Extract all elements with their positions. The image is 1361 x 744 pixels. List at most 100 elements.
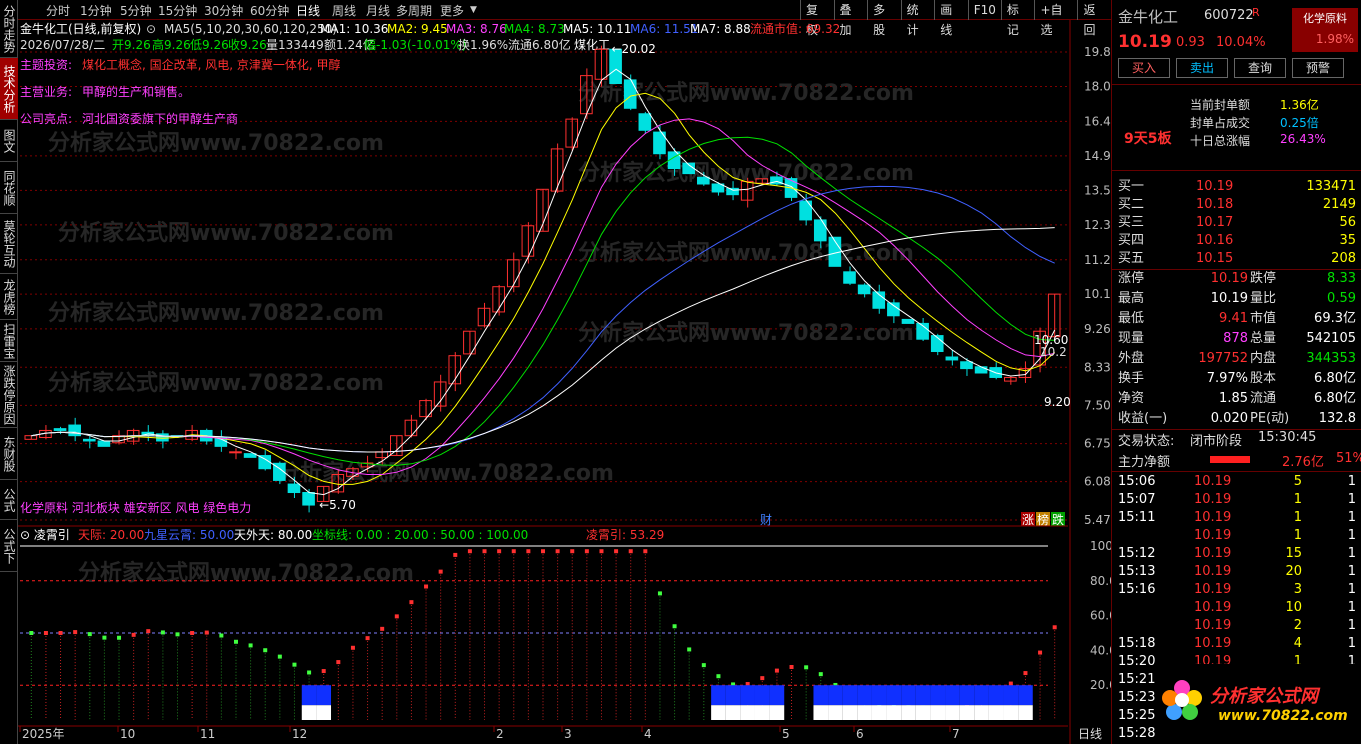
- main-flow-value: 2.76亿: [1282, 455, 1324, 470]
- toolbar: 复权 叠加 多股 统计 画线 F10 标记 +自选 返回: [800, 0, 1111, 37]
- quote-panel: 金牛化工 600722 R 化学原料 1.98% 10.19 0.93 10.0…: [1111, 0, 1361, 744]
- main-flow-pct: 51%: [1336, 451, 1361, 466]
- ind-point: [716, 674, 721, 679]
- ind-block: [1003, 685, 1019, 706]
- period-4[interactable]: 30分钟: [204, 2, 243, 19]
- ind-point: [818, 672, 823, 677]
- ma6-value: MA6: 11.51: [630, 22, 698, 36]
- ind-lingxiao: 凌霄引: 53.29: [586, 528, 664, 542]
- ma4-value: MA4: 8.73: [504, 22, 565, 36]
- side-tab-0[interactable]: 分时走势: [0, 0, 18, 58]
- ind-axis-tick: 60.00: [1090, 609, 1111, 623]
- stat-label: 现量: [1118, 331, 1145, 346]
- stat-label: 涨停: [1118, 271, 1145, 286]
- ind-point: [409, 600, 414, 605]
- ind-block: [725, 685, 741, 706]
- stat-label: 市值: [1250, 311, 1277, 326]
- date-axis-label: 日线: [1078, 727, 1102, 741]
- period-5[interactable]: 60分钟: [250, 2, 289, 19]
- side-tab-10[interactable]: 公式下载: [0, 520, 18, 572]
- period-3[interactable]: 15分钟: [158, 2, 197, 19]
- period-6[interactable]: 日线: [296, 2, 320, 19]
- ob-vol: 208: [1331, 251, 1356, 266]
- ind-zuobiao: 坐标线: 0.00 : 20.00 : 50.00 : 100.00: [312, 528, 528, 542]
- toolbar-btn-0[interactable]: 复权: [800, 0, 834, 37]
- period-8[interactable]: 月线: [366, 2, 390, 19]
- alert-button[interactable]: 预警: [1292, 58, 1344, 78]
- ma2-value: MA2: 9.45: [387, 22, 448, 36]
- side-tab-5[interactable]: 龙虎榜: [0, 274, 18, 320]
- tick-count: 1: [1347, 492, 1356, 507]
- period-2[interactable]: 5分钟: [120, 2, 152, 19]
- ind-block: [740, 685, 755, 706]
- query-button[interactable]: 查询: [1234, 58, 1286, 78]
- ind-block: [828, 685, 843, 706]
- ind-block-white: [886, 705, 902, 720]
- kline-chart[interactable]: 19.85 18.05 16.40 14.91 13.56 12.33 11.20 10.19…: [18, 20, 1111, 744]
- info-vol: 量133449: [266, 38, 324, 52]
- logo: 分析家公式网 www.70822.com: [1156, 664, 1356, 738]
- price-tick: 6.75: [1084, 437, 1111, 451]
- info-chg: 幅-1.03(-10.01%): [364, 37, 467, 52]
- ind-block: [915, 685, 931, 706]
- toolbar-btn-8[interactable]: 返回: [1077, 0, 1111, 37]
- watermark-text: 分析家公式网www.70822.com: [578, 240, 914, 266]
- toolbar-btn-4[interactable]: 画线: [934, 0, 968, 37]
- side-tab-7[interactable]: 涨跌停原因: [0, 362, 18, 428]
- tick-time: 15:11: [1118, 510, 1156, 525]
- period-0[interactable]: 分时: [46, 2, 70, 19]
- period-1[interactable]: 1分钟: [80, 2, 112, 19]
- ob-price: 10.17: [1196, 215, 1234, 230]
- ind-block-white: [301, 705, 317, 720]
- date-tick: 12: [292, 727, 307, 741]
- period-7[interactable]: 周线: [332, 2, 356, 19]
- sector-tags: 化学原料 河北板块 雄安新区 风电 绿色电力: [20, 500, 251, 515]
- tick-vol: 10: [1285, 600, 1302, 615]
- ind-block: [959, 685, 975, 706]
- side-tab-1[interactable]: 技术分析: [0, 58, 18, 120]
- period-10[interactable]: 更多: [440, 2, 464, 19]
- buy-button[interactable]: 买入: [1118, 58, 1170, 78]
- ind-block-white: [1003, 705, 1019, 720]
- toolbar-btn-3[interactable]: 统计: [900, 0, 935, 37]
- side-tab-6[interactable]: 扫雷宝: [0, 320, 18, 362]
- toolbar-btn-7[interactable]: +自选: [1034, 0, 1077, 37]
- more-chevron-icon[interactable]: ▼: [470, 5, 477, 15]
- event-die: 跌: [1052, 512, 1064, 527]
- side-tab-2[interactable]: 图文F10: [0, 120, 18, 162]
- right-mark-2: 10.2: [1040, 345, 1067, 359]
- ind-point: [482, 549, 487, 554]
- tick-time: 15:21: [1118, 672, 1156, 687]
- tick-vol: 20: [1285, 564, 1302, 579]
- ind-point: [365, 636, 370, 641]
- ind-point: [1023, 671, 1028, 676]
- sector-box[interactable]: 化学原料 1.98%: [1292, 8, 1358, 52]
- sell-button[interactable]: 卖出: [1176, 58, 1228, 78]
- period-9[interactable]: 多周期: [396, 2, 432, 19]
- side-tab-8[interactable]: 东财股吧: [0, 428, 18, 480]
- ind-block-white: [871, 705, 887, 720]
- ind-point: [511, 549, 516, 554]
- toolbar-btn-2[interactable]: 多股: [867, 0, 901, 37]
- main-flow-bar: [1210, 456, 1250, 463]
- side-tab-9[interactable]: 公式平台: [0, 480, 18, 520]
- candle-body: [82, 438, 96, 442]
- toolbar-btn-6[interactable]: 标记: [1000, 0, 1035, 37]
- ind-point: [570, 549, 575, 554]
- toolbar-btn-1[interactable]: 叠加: [833, 0, 868, 37]
- stat-label: 外盘: [1118, 351, 1145, 366]
- side-tab-3[interactable]: 同花顺F10: [0, 162, 18, 214]
- side-tab-4[interactable]: 莫轮互动: [0, 214, 18, 274]
- event-bang: 榜: [1037, 512, 1049, 527]
- tick-count: 1: [1347, 474, 1356, 489]
- stock-name: 金牛化工: [1118, 8, 1179, 26]
- stat-label: 跌停: [1250, 271, 1277, 286]
- ind-block: [988, 685, 1004, 706]
- tick-time: 15:23: [1118, 690, 1156, 705]
- ind-axis-tick: 20.00: [1090, 678, 1111, 692]
- toolbar-btn-5[interactable]: F10: [967, 0, 1001, 20]
- main-flow-label: 主力净额: [1118, 455, 1171, 470]
- ind-block: [886, 685, 902, 706]
- tick-count: 1: [1347, 510, 1356, 525]
- ind-jiuxing: 九星云霄: 50.00: [144, 528, 234, 542]
